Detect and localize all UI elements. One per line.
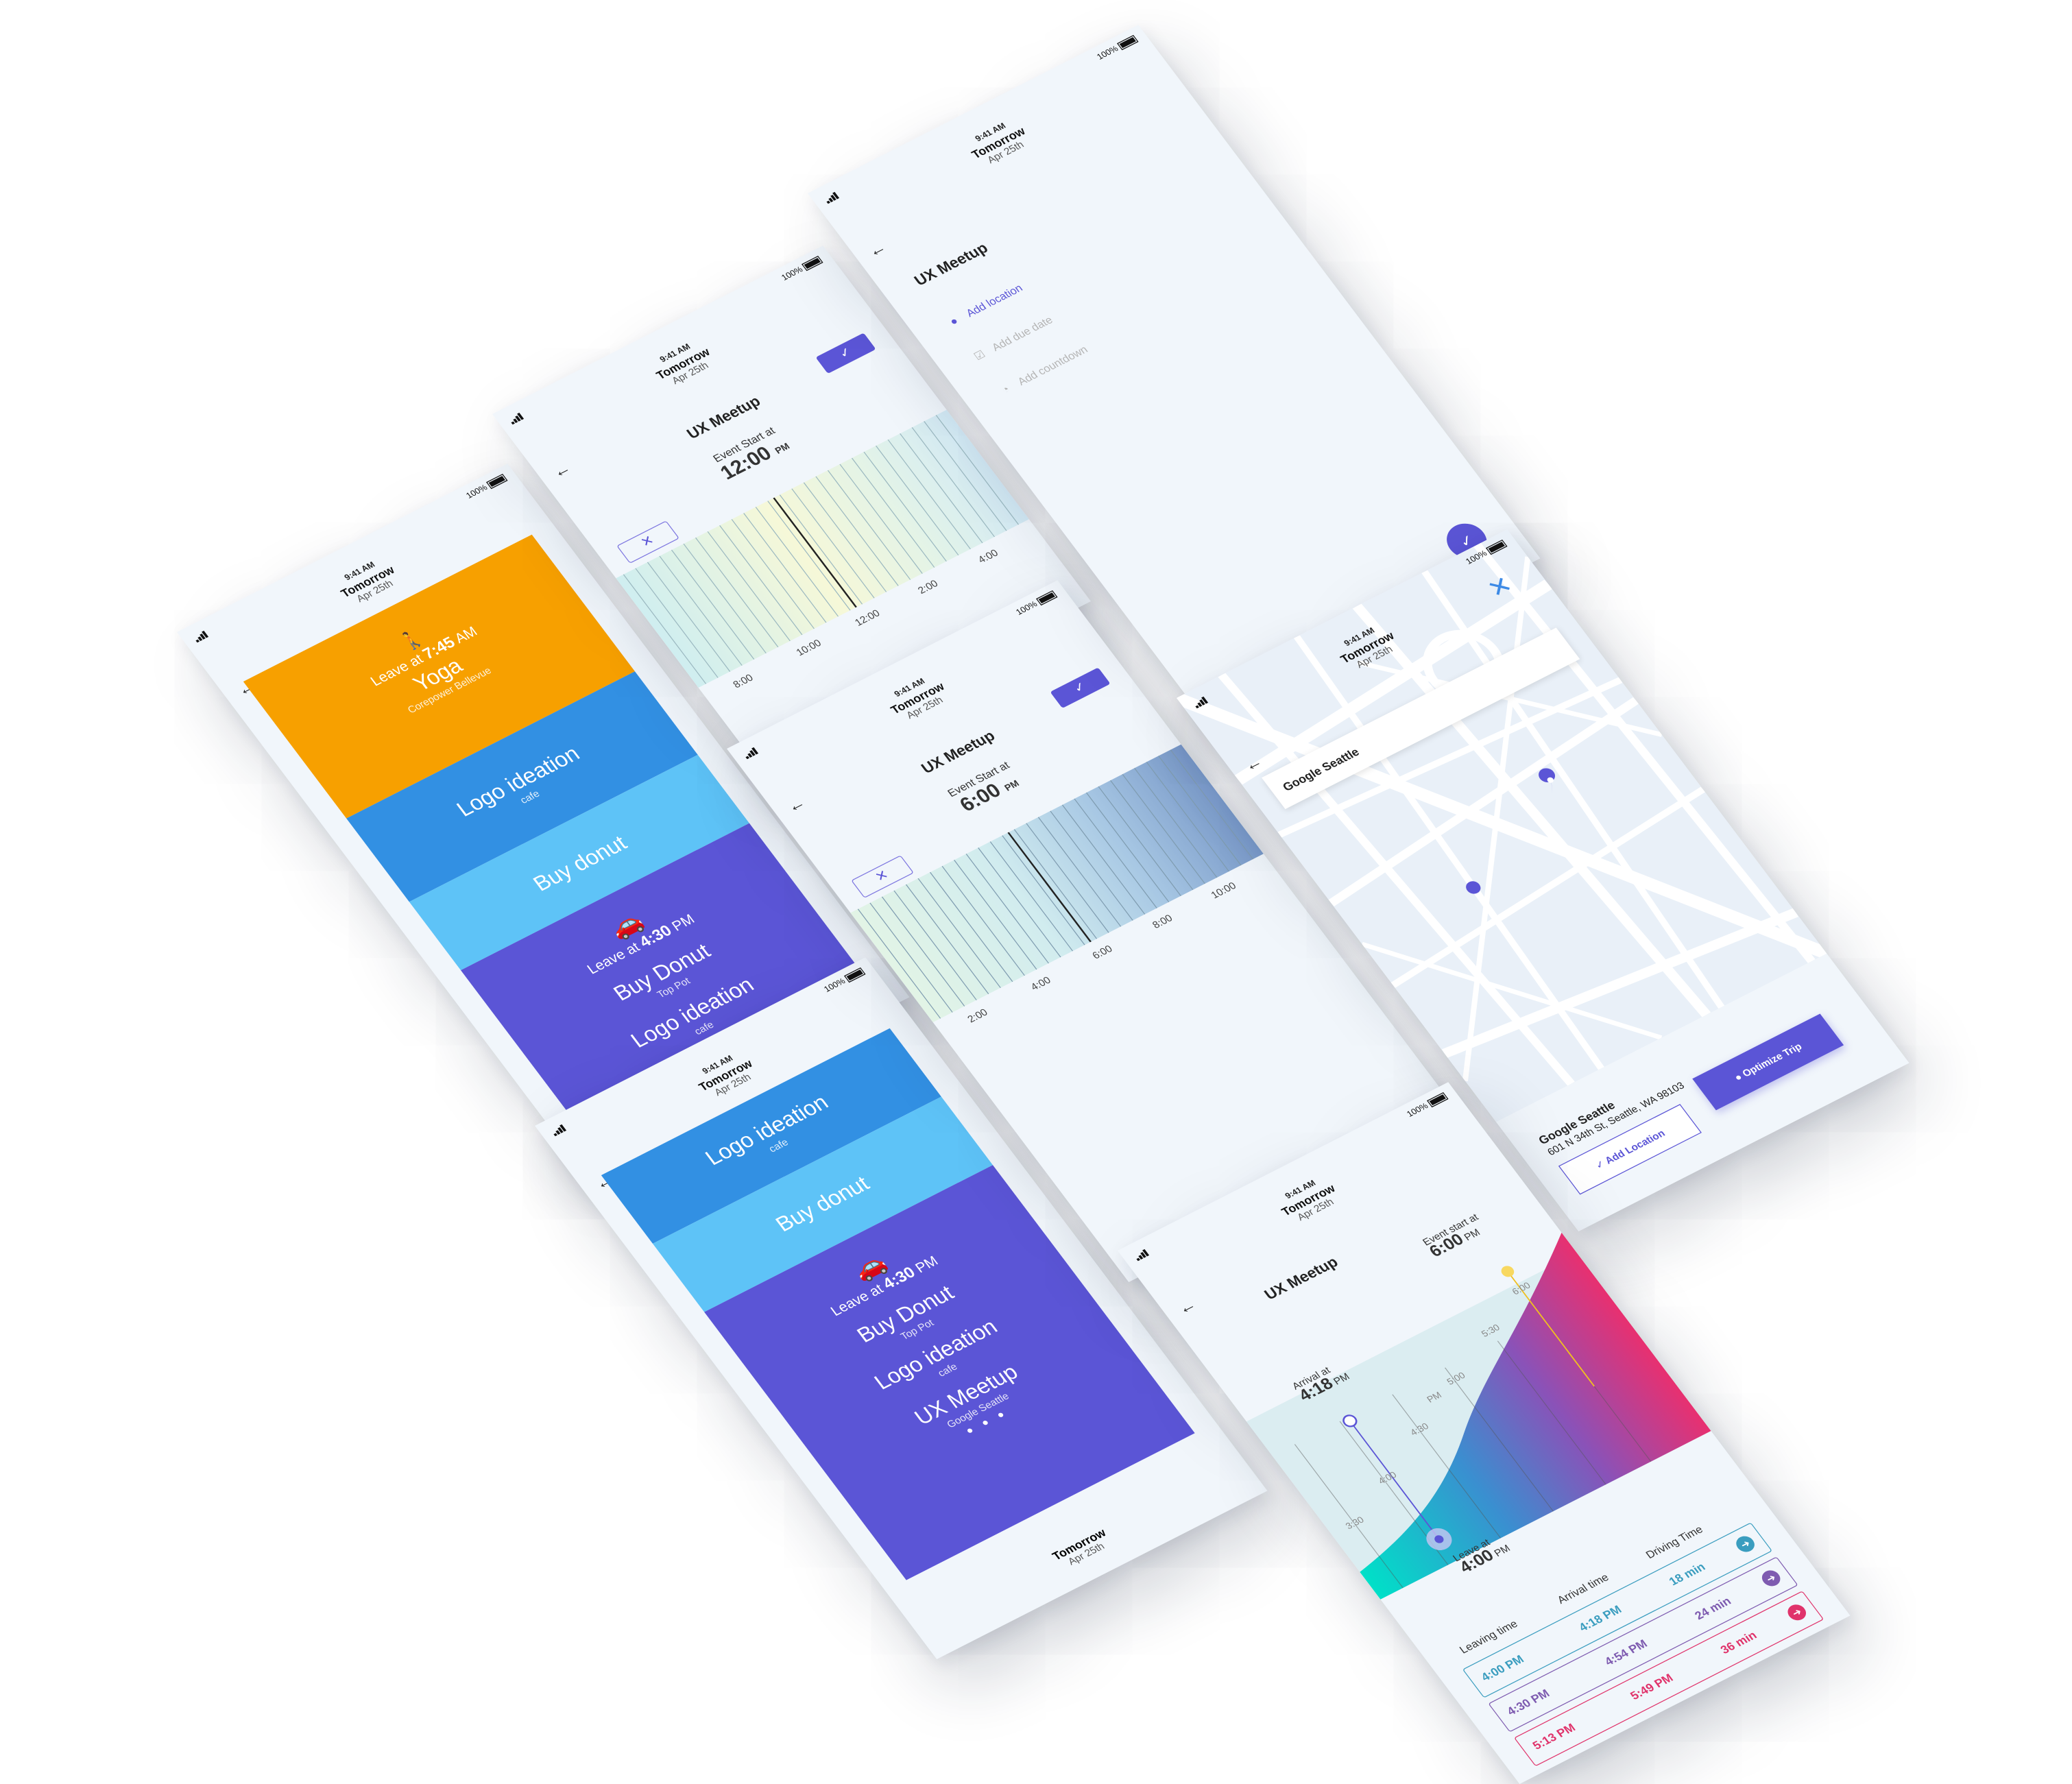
battery-text: 100% xyxy=(822,976,847,995)
clock: 9:41 AM xyxy=(974,121,1008,144)
event-marker xyxy=(1501,1266,1515,1277)
signal-icon xyxy=(507,409,525,425)
battery-icon xyxy=(1117,35,1139,51)
signal-icon xyxy=(741,744,759,760)
arrow-right-icon[interactable]: ➜ xyxy=(1758,1567,1784,1589)
battery-text: 100% xyxy=(1095,44,1120,62)
battery-icon xyxy=(844,967,866,983)
add-due-date-option[interactable]: ☑Add due date xyxy=(969,313,1055,364)
add-location-option[interactable]: ●Add location xyxy=(944,282,1025,329)
signal-icon xyxy=(191,627,209,643)
signal-icon xyxy=(1191,693,1209,709)
task-title: UX Meetup xyxy=(911,239,991,289)
signal-icon xyxy=(822,189,840,204)
status-bar: 100% xyxy=(811,29,1151,210)
stopwatch-icon: ◔ xyxy=(998,383,1013,396)
back-arrow-icon[interactable]: ← xyxy=(864,239,891,262)
signal-icon xyxy=(1132,1246,1150,1262)
add-countdown-option[interactable]: ◔Add countdown xyxy=(996,343,1090,398)
signal-icon xyxy=(549,1121,567,1137)
calendar-check-icon: ☑ xyxy=(971,348,988,363)
day-label: Tomorrow xyxy=(968,124,1028,161)
day-header: 9:41 AM Tomorrow Apr 25th xyxy=(822,44,1174,241)
arrow-right-icon[interactable]: ➜ xyxy=(1733,1533,1759,1555)
battery-text: 100% xyxy=(464,483,490,501)
battery-icon xyxy=(486,474,508,490)
date-label: Apr 25th xyxy=(985,138,1026,166)
pin-icon: ● xyxy=(947,314,961,328)
arrow-right-icon[interactable]: ➜ xyxy=(1784,1602,1810,1624)
